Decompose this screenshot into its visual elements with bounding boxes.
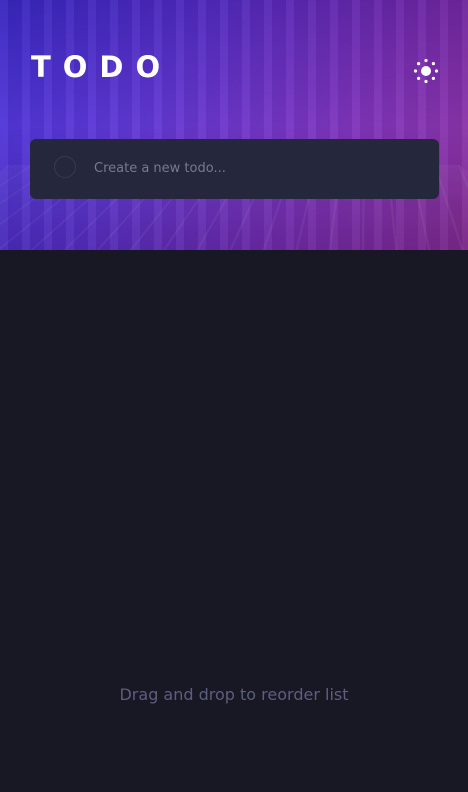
new-todo-checkbox[interactable]	[54, 156, 76, 178]
header-background	[0, 0, 468, 250]
drag-drop-hint: Drag and drop to reorder list	[119, 685, 349, 704]
new-todo-input[interactable]	[94, 155, 424, 181]
sun-icon	[413, 58, 439, 84]
theme-toggle-button[interactable]	[411, 56, 441, 86]
app-logo: TODO	[31, 50, 173, 84]
new-todo-bar	[30, 139, 439, 199]
